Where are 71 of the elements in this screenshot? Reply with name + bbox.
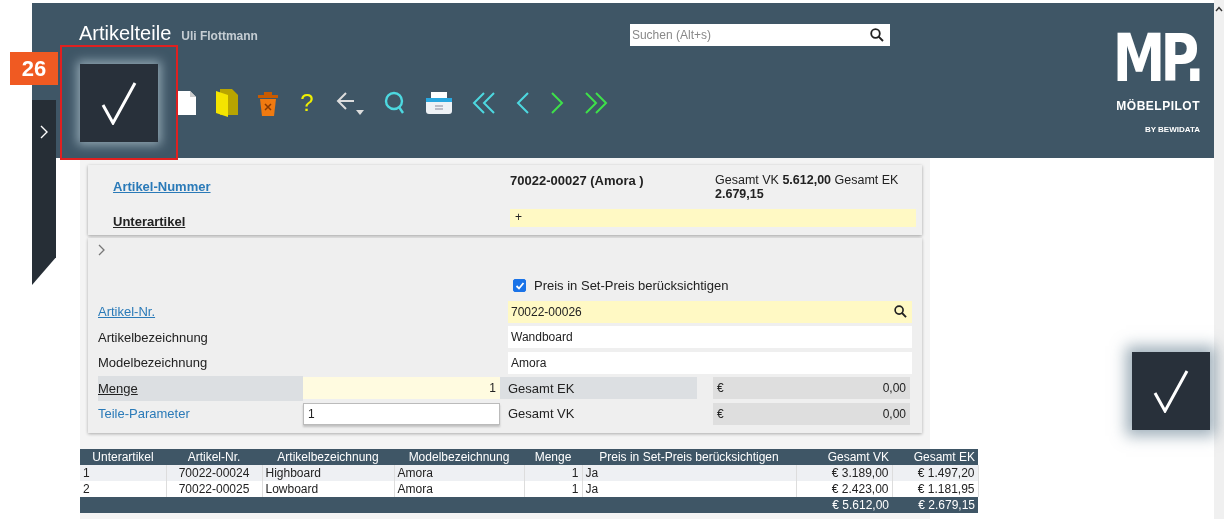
check-icon	[1151, 369, 1191, 413]
field-label: Artikelbezeichnung	[98, 328, 209, 347]
check-icon	[99, 81, 139, 125]
column-header: Unterartikel	[80, 449, 166, 465]
logo-name: MÖBELPILOT	[1116, 99, 1200, 113]
total-label: Gesamt EK	[508, 380, 576, 396]
total-field: € 0,00	[713, 402, 910, 425]
subarticle-field[interactable]: +	[510, 209, 916, 227]
user-name: Uli Flottmann	[181, 29, 258, 43]
field-label: Menge	[98, 375, 303, 401]
help-button[interactable]: ?	[298, 89, 316, 117]
logo-wordmark: MP.	[1112, 27, 1200, 91]
column-header: Artikelbezeichnung	[262, 449, 394, 465]
table-cell: Highboard	[262, 465, 394, 481]
logo-tagline: BY BEWIDATA	[1144, 125, 1200, 134]
printer-icon[interactable]	[426, 92, 452, 114]
sidebar-tab[interactable]	[32, 100, 56, 285]
search-icon[interactable]	[869, 28, 884, 42]
double-chevron-right-icon[interactable]	[584, 91, 608, 115]
input-field[interactable]: 70022-00026	[508, 300, 912, 323]
table-cell: Amora	[394, 465, 524, 481]
table-cell: 70022-00024	[166, 465, 262, 481]
column-header: Modelbezeichnung	[394, 449, 524, 465]
table-cell: € 1.181,95	[892, 481, 978, 497]
chevron-left-icon[interactable]	[516, 91, 530, 115]
back-arrow-icon[interactable]	[336, 90, 364, 116]
column-header: Gesamt EK	[892, 449, 978, 465]
table-cell: € 3.189,00	[796, 465, 892, 481]
totals-text: Gesamt VK 5.612,00 Gesamt EK 2.679,15	[715, 173, 900, 201]
table-cell: 70022-00025	[166, 481, 262, 497]
table-cell: Ja	[582, 481, 796, 497]
confirm-button[interactable]	[1132, 352, 1210, 430]
folder-icon[interactable]	[216, 89, 238, 117]
input-field[interactable]: Wandboard	[508, 326, 912, 349]
table-cell: Amora	[394, 481, 524, 497]
column-header: Artikel-Nr.	[166, 449, 262, 465]
search-icon[interactable]	[894, 305, 907, 319]
confirm-button[interactable]	[80, 64, 158, 142]
column-header: Gesamt VK	[796, 449, 892, 465]
table-cell: 1	[524, 481, 582, 497]
total-cell: € 2.679,15	[918, 498, 975, 512]
table-cell: 2	[80, 481, 166, 497]
article-number-value: 70022-00027 (Amora )	[510, 173, 645, 188]
column-header: Preis in Set-Preis berücksichtigen	[582, 449, 796, 465]
total-label: Gesamt VK	[508, 406, 576, 422]
document-icon[interactable]	[178, 91, 196, 115]
page-title: Artikelteile	[79, 22, 172, 45]
table-cell: Lowboard	[262, 481, 394, 497]
article-number-link[interactable]: Artikel-Nummer	[113, 179, 510, 194]
table-cell: € 2.423,00	[796, 481, 892, 497]
column-header: Menge	[524, 449, 582, 465]
table-cell: 1	[80, 465, 166, 481]
subarticle-label: Unterartikel	[113, 214, 187, 229]
double-chevron-left-icon[interactable]	[472, 91, 496, 115]
field-label: Modelbezeichnung	[98, 354, 209, 373]
dropdown-field[interactable]: 1	[303, 402, 500, 425]
scrollbar[interactable]	[1214, 0, 1224, 519]
search-field[interactable]: Suchen (Alt+s)	[629, 24, 890, 46]
table-cell: Ja	[582, 465, 796, 481]
table-cell: 1	[524, 465, 582, 481]
trash-icon[interactable]	[258, 90, 278, 116]
checkbox[interactable]	[513, 279, 526, 292]
total-field: € 0,00	[713, 377, 910, 400]
checkbox-label: Preis in Set-Preis berücksichtigen	[534, 278, 729, 293]
field-link[interactable]: Artikel-Nr.	[98, 299, 303, 325]
input-field[interactable]: Amora	[508, 351, 912, 374]
field-link[interactable]: Teile-Parameter	[98, 401, 303, 427]
table-cell: € 1.497,20	[892, 465, 978, 481]
step-badge: 26	[10, 52, 58, 85]
caret-up-icon[interactable]	[1215, 6, 1223, 12]
total-cell: € 5.612,00	[832, 498, 889, 512]
